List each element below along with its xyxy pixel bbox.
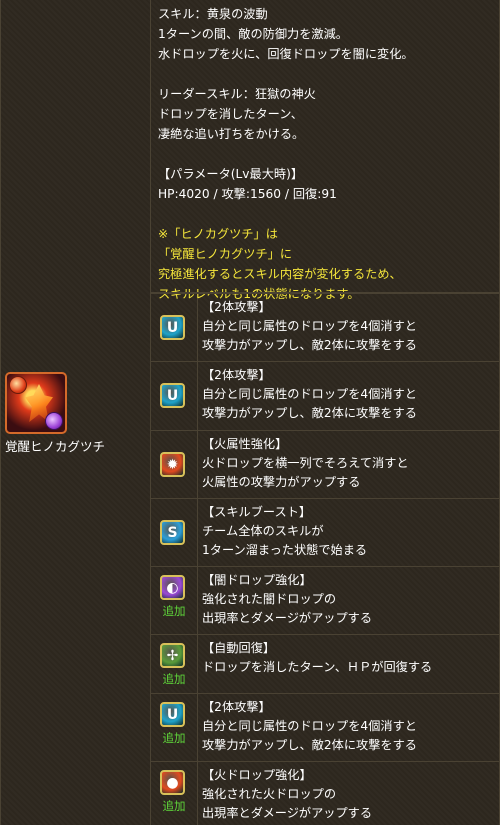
two-pronged-attack-icon: U <box>160 383 185 408</box>
awakening-description: 【2体攻撃】自分と同じ属性のドロップを4個消すと 攻撃力がアップし、敵2体に攻撃を… <box>202 366 417 423</box>
awakening-title: 【火属性強化】 <box>202 437 288 451</box>
auto-recover-icon: ✢ <box>160 643 185 668</box>
leader-skill-name: リーダースキル：狂獄の神火 <box>158 87 316 101</box>
awakening-description: 【火ドロップ強化】強化された火ドロップの出現率とダメージがアップする <box>202 766 372 823</box>
awakening-description: 【スキルブースト】 チーム全体のスキルが 1ターン溜まった状態で始まる <box>202 503 367 560</box>
awakening-line: 攻撃力がアップし、敵2体に攻撃をする <box>202 738 417 752</box>
dark-subattribute-icon <box>45 412 63 430</box>
parameter-heading: 【パラメータ(Lv最大時)】 <box>158 167 304 181</box>
awakening-description: 【自動回復】ドロップを消したターン、ＨＰが回復する <box>202 639 432 677</box>
awakening-description: 【火属性強化】火ドロップを横一列でそろえて消すと 火属性の攻撃力がアップする <box>202 435 409 492</box>
awakening-title: 【火ドロップ強化】 <box>202 768 312 782</box>
active-skill-desc-1: 1ターンの間、敵の防御力を激減。 <box>158 27 348 41</box>
fire-orb-enhance-icon: ● <box>160 770 185 795</box>
parameter-values: HP:4020 / 攻撃:1560 / 回復:91 <box>158 187 337 201</box>
two-pronged-attack-icon: U <box>160 315 185 340</box>
awakening-row: ● 追加 【火ドロップ強化】強化された火ドロップの出現率とダメージがアップする <box>150 761 500 825</box>
active-skill-desc-2: 水ドロップを火に、回復ドロップを闇に変化。 <box>158 47 414 61</box>
awakening-line: 自分と同じ属性のドロップを4個消すと <box>202 387 417 401</box>
skill-boost-icon: S <box>160 520 185 545</box>
awakening-row: U 【2体攻撃】自分と同じ属性のドロップを4個消すと 攻撃力がアップし、敵2体に攻撃… <box>150 361 500 430</box>
note-line-1: ※「ヒノカグツチ」は <box>158 227 278 241</box>
awakening-line: チーム全体のスキルが <box>202 524 324 538</box>
awakening-line: 火ドロップを横一列でそろえて消すと <box>202 456 409 470</box>
awakening-title: 【2体攻撃】 <box>202 300 271 314</box>
awakening-line: 1ターン溜まった状態で始まる <box>202 543 368 557</box>
awakening-row: S 【スキルブースト】 チーム全体のスキルが 1ターン溜まった状態で始まる <box>150 498 500 566</box>
awakening-row: ✹ 【火属性強化】火ドロップを横一列でそろえて消すと 火属性の攻撃力がアップする <box>150 430 500 498</box>
awakening-line: 火属性の攻撃力がアップする <box>202 475 361 489</box>
character-cell: 覚醒ヒノカグツチ <box>5 372 145 455</box>
monster-detail-panel: スキル：黄泉の波動 1ターンの間、敵の防御力を激減。 水ドロップを火に、回復ドロ… <box>0 0 500 825</box>
awakening-title: 【2体攻撃】 <box>202 700 271 714</box>
awakening-description: 【2体攻撃】自分と同じ属性のドロップを4個消すと 攻撃力がアップし、敵2体に攻撃を… <box>202 298 417 355</box>
awakening-row: ✢ 追加 【自動回復】ドロップを消したターン、ＨＰが回復する <box>150 634 500 693</box>
awakening-row: U 【2体攻撃】自分と同じ属性のドロップを4個消すと 攻撃力がアップし、敵2体に攻撃… <box>150 293 500 361</box>
awakening-line: 出現率とダメージがアップする <box>202 611 373 625</box>
awakening-row: U 追加 【2体攻撃】自分と同じ属性のドロップを4個消すと 攻撃力がアップし、敵2体に… <box>150 693 500 761</box>
character-name[interactable]: 覚醒ヒノカグツチ <box>5 436 145 455</box>
note-line-3: 究極進化するとスキル内容が変化するため、 <box>158 267 402 281</box>
awakening-title: 【自動回復】 <box>202 641 276 655</box>
awakening-row: ◐ 追加 【闇ドロップ強化】強化された闇ドロップの出現率とダメージがアップする <box>150 566 500 634</box>
row-divider <box>150 292 500 293</box>
added-tag: 追加 <box>162 799 186 813</box>
awakening-title: 【闇ドロップ強化】 <box>202 573 312 587</box>
fire-attribute-icon <box>9 376 27 394</box>
awakening-description: 【闇ドロップ強化】強化された闇ドロップの出現率とダメージがアップする <box>202 571 372 628</box>
awakening-line: 出現率とダメージがアップする <box>202 806 373 820</box>
table-border-left <box>0 0 1 825</box>
awakening-line: 強化された闇ドロップの <box>202 592 337 606</box>
leader-skill-desc-2: 凄絶な追い打ちをかける。 <box>158 127 305 141</box>
awakening-line: 自分と同じ属性のドロップを4個消すと <box>202 719 417 733</box>
awakening-title: 【2体攻撃】 <box>202 368 271 382</box>
awakening-line: 攻撃力がアップし、敵2体に攻撃をする <box>202 338 417 352</box>
two-pronged-attack-icon: U <box>160 702 185 727</box>
awakening-line: 自分と同じ属性のドロップを4個消すと <box>202 319 417 333</box>
leader-skill-desc-1: ドロップを消したターン、 <box>158 107 303 121</box>
added-tag: 追加 <box>162 731 186 745</box>
added-tag: 追加 <box>162 604 186 618</box>
note-line-2: 「覚醒ヒノカグツチ」に <box>158 247 293 261</box>
skill-info: スキル：黄泉の波動 1ターンの間、敵の防御力を激減。 水ドロップを火に、回復ドロ… <box>158 4 494 304</box>
added-tag: 追加 <box>162 672 186 686</box>
awakening-description: 【2体攻撃】自分と同じ属性のドロップを4個消すと 攻撃力がアップし、敵2体に攻撃を… <box>202 698 417 755</box>
awakening-line: 強化された火ドロップの <box>202 787 337 801</box>
awakening-line: ドロップを消したターン、ＨＰが回復する <box>202 660 433 674</box>
hinokagutsuchi-portrait-icon[interactable] <box>5 372 67 434</box>
fire-row-enhance-icon: ✹ <box>160 452 185 477</box>
awakening-title: 【スキルブースト】 <box>202 505 312 519</box>
dark-orb-enhance-icon: ◐ <box>160 575 185 600</box>
active-skill-name: スキル：黄泉の波動 <box>158 7 268 21</box>
awakening-line: 攻撃力がアップし、敵2体に攻撃をする <box>202 406 417 420</box>
